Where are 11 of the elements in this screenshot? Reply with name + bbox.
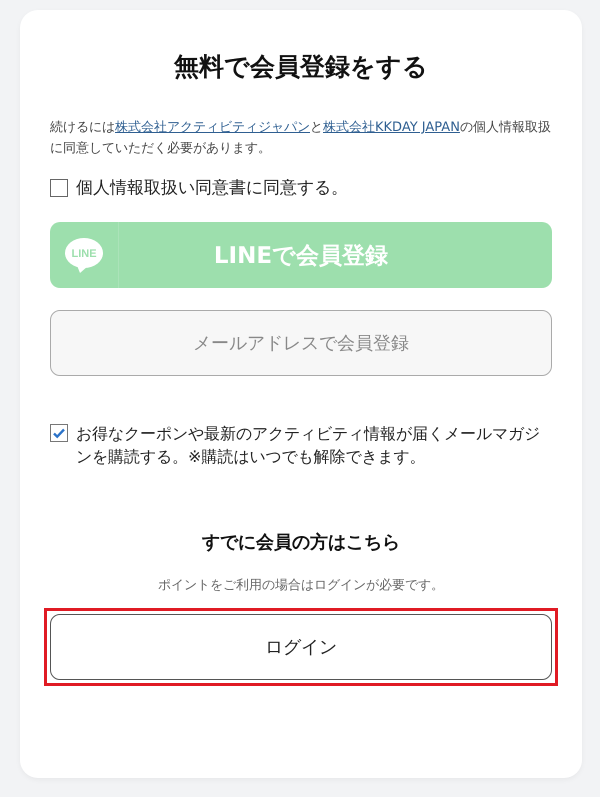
page-title: 無料で会員登録をする xyxy=(172,51,429,83)
consent-checkbox[interactable] xyxy=(50,179,68,197)
newsletter-checkbox[interactable] xyxy=(50,424,68,442)
section-heading: すでに会員の方はこちら xyxy=(201,531,401,554)
login-note: ポイントをご利用の場合はログインが必要です。 xyxy=(157,577,445,594)
company-link[interactable]: 株式会社アクティビティジャパン xyxy=(115,120,310,135)
login-button[interactable]: ログイン xyxy=(50,614,552,680)
consent-label: 個人情報取扱い同意書に同意する。 xyxy=(76,177,348,200)
consent-notice: 続けるには株式会社アクティビティジャパン と株式会社KKDAY JAPANの個人情報取扱に同意していただく必要があります。 xyxy=(50,119,552,158)
newsletter-label: お得なクーポンや最新のアクティビティ情報が届くメールマガジンを購読する。※購読はいつでも解除できます。 xyxy=(76,423,541,468)
company-link[interactable]: 株式会社KKDAY JAPAN xyxy=(323,120,460,135)
